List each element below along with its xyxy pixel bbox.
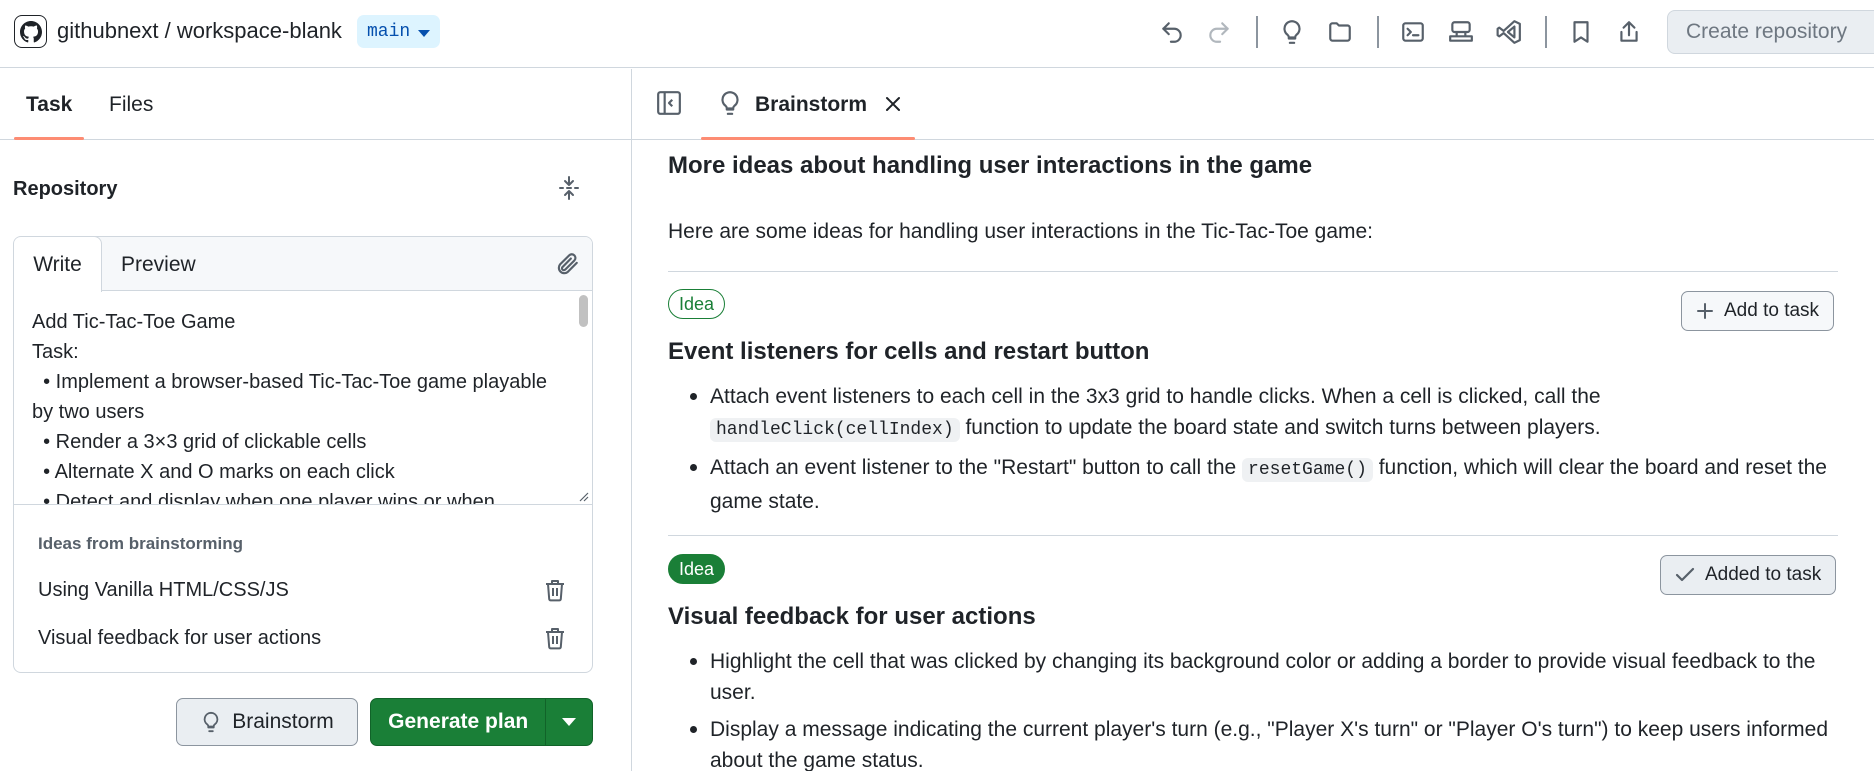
share-icon[interactable]: [1613, 16, 1645, 48]
list-item: Highlight the cell that was clicked by c…: [668, 646, 1848, 708]
task-textarea[interactable]: Add Tic-Tac-Toe Game Task: • Implement a…: [14, 292, 592, 505]
redo-icon[interactable]: [1203, 16, 1235, 48]
resize-handle-icon[interactable]: [577, 490, 589, 502]
idea-item: Visual feedback for user actions: [38, 627, 322, 649]
added-to-task-button[interactable]: Added to task: [1660, 555, 1837, 595]
active-tab-indicator: [14, 137, 84, 140]
plus-icon: [1697, 303, 1713, 319]
branch-name: main: [367, 21, 411, 42]
folder-icon[interactable]: [1324, 16, 1356, 48]
task-editor: Write Preview Add Tic-Tac-Toe Game Task:…: [13, 236, 593, 673]
trash-icon[interactable]: [544, 578, 568, 604]
tab-files[interactable]: Files: [109, 93, 153, 117]
add-to-task-button[interactable]: Add to task: [1681, 291, 1835, 331]
lightbulb-icon[interactable]: [1276, 16, 1308, 48]
idea-badge: Idea: [668, 289, 726, 319]
idea-item: Using Vanilla HTML/CSS/JS: [38, 579, 289, 601]
editor-header: Write Preview: [14, 237, 592, 292]
idea-bullets: Highlight the cell that was clicked by c…: [668, 646, 1848, 771]
list-item: Display a message indicating the current…: [668, 714, 1848, 771]
idea-title: Visual feedback for user actions: [668, 603, 1036, 630]
code-snippet: resetGame(): [1242, 458, 1373, 482]
chevron-down-icon: [562, 718, 577, 726]
task-text: Add Tic-Tac-Toe Game Task: • Implement a…: [32, 311, 548, 505]
lightbulb-icon: [203, 711, 219, 733]
generate-plan-button[interactable]: Generate plan: [371, 699, 547, 745]
bullet-text: Attach event listeners to each cell in t…: [710, 385, 1601, 408]
undo-icon[interactable]: [1156, 16, 1188, 48]
repository-heading: Repository: [13, 178, 118, 200]
intro-text: Here are some ideas for handling user in…: [668, 220, 1374, 243]
generate-plan-dropdown[interactable]: [546, 699, 592, 745]
added-to-task-label: Added to task: [1705, 564, 1822, 585]
toolbar-divider: [1377, 16, 1379, 48]
vscode-icon[interactable]: [1493, 16, 1525, 48]
toolbar-divider: [1545, 16, 1547, 48]
ideas-heading: Ideas from brainstorming: [38, 534, 243, 553]
top-bar: githubnext / workspace-blank main Create…: [0, 0, 1874, 68]
left-panel-tabs: Task Files: [0, 69, 631, 140]
tab-preview[interactable]: Preview: [121, 253, 196, 277]
sidebar-toggle-icon[interactable]: [656, 90, 682, 116]
list-item: Attach an event listener to the "Restart…: [668, 452, 1848, 517]
bullet-text: function to update the board state and s…: [959, 416, 1601, 439]
brainstorm-label: Brainstorm: [232, 710, 334, 733]
generate-plan-button-group: Generate plan: [370, 698, 593, 746]
bullet-text: Attach an event listener to the "Restart…: [710, 456, 1243, 479]
list-item: Attach event listeners to each cell in t…: [668, 381, 1848, 446]
idea-bullets: Attach event listeners to each cell in t…: [668, 381, 1848, 523]
close-icon[interactable]: [883, 94, 903, 114]
tab-task[interactable]: Task: [26, 93, 72, 117]
paperclip-icon[interactable]: [554, 251, 580, 277]
github-logo-icon[interactable]: [14, 15, 47, 48]
server-icon[interactable]: [1445, 16, 1477, 48]
terminal-icon[interactable]: [1397, 16, 1429, 48]
lightbulb-icon: [721, 91, 739, 115]
idea-badge: Idea: [668, 554, 726, 584]
trash-icon[interactable]: [544, 626, 568, 652]
brainstorm-button[interactable]: Brainstorm: [176, 698, 358, 746]
brainstorm-content: More ideas about handling user interacti…: [632, 141, 1874, 771]
chevron-down-icon: [418, 29, 431, 37]
tab-brainstorm[interactable]: Brainstorm: [755, 93, 867, 117]
collapse-icon[interactable]: [555, 174, 583, 202]
bookmark-icon[interactable]: [1565, 16, 1597, 48]
section-heading: More ideas about handling user interacti…: [668, 152, 1313, 179]
scrollbar[interactable]: [579, 295, 588, 327]
bullet-text: Highlight the cell that was clicked by c…: [710, 650, 1816, 704]
check-icon: [1675, 567, 1695, 582]
active-tab-indicator: [701, 137, 915, 140]
branch-selector[interactable]: main: [357, 15, 441, 48]
repo-title[interactable]: githubnext / workspace-blank: [57, 18, 342, 44]
create-repository-button[interactable]: Create repository: [1667, 10, 1874, 54]
divider: [668, 535, 1838, 536]
divider: [668, 271, 1838, 272]
code-snippet: handleClick(cellIndex): [710, 418, 960, 442]
bullet-text: Display a message indicating the current…: [710, 718, 1828, 771]
idea-title: Event listeners for cells and restart bu…: [668, 338, 1150, 365]
add-to-task-label: Add to task: [1724, 300, 1820, 321]
tab-write[interactable]: Write: [14, 237, 102, 292]
toolbar-divider: [1256, 16, 1258, 48]
